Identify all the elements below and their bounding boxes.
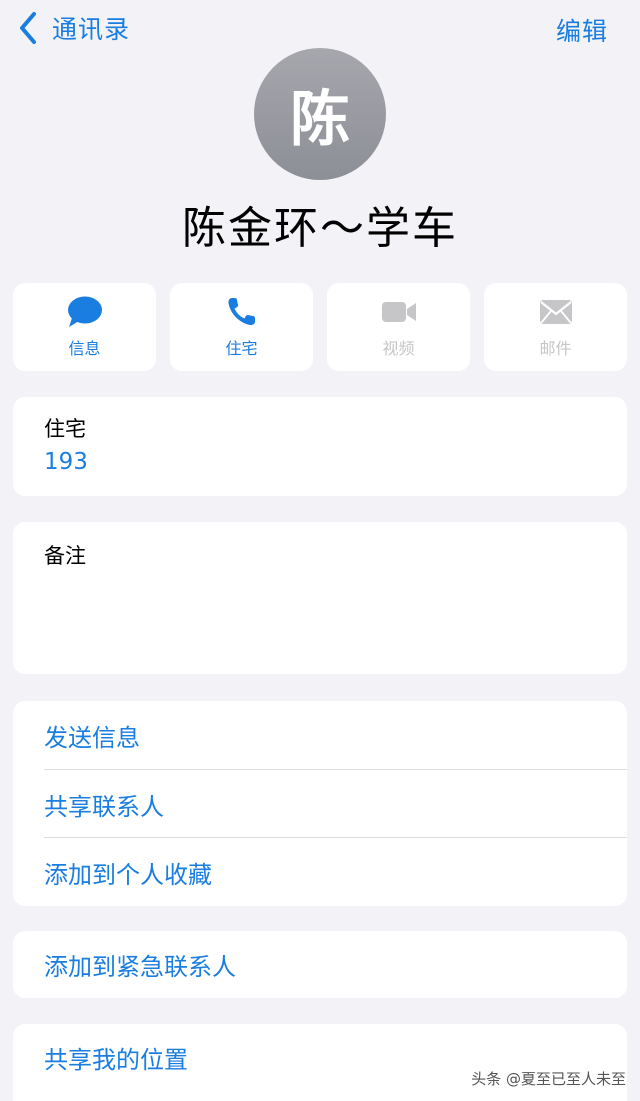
back-label: 通讯录	[52, 15, 131, 44]
share-location-option[interactable]: 共享我的位置	[44, 1024, 188, 1091]
mail-envelope-icon	[539, 300, 572, 324]
emergency-card: 添加到紧急联系人	[13, 931, 627, 998]
call-button[interactable]: 住宅	[170, 283, 313, 371]
watermark: 头条 @夏至已至人未至	[471, 1070, 626, 1088]
share-contact-option[interactable]: 共享联系人	[44, 769, 627, 838]
location-card: 共享我的位置	[13, 1024, 627, 1101]
options-list: 发送信息 共享联系人 添加到个人收藏	[13, 701, 627, 906]
message-bubble-icon	[67, 296, 102, 327]
avatar-initial: 陈	[290, 84, 350, 155]
phone-card: 住宅 193	[13, 397, 627, 496]
add-emergency-contact-option[interactable]: 添加到紧急联系人	[44, 931, 236, 998]
edit-button[interactable]: 编辑	[556, 12, 608, 48]
mail-button-label: 邮件	[539, 339, 572, 358]
back-button[interactable]: 通讯录	[18, 10, 130, 46]
phone-label: 住宅	[44, 417, 86, 441]
notes-label: 备注	[44, 544, 86, 568]
message-button[interactable]: 信息	[13, 283, 156, 371]
contact-name: 陈金环～学车	[182, 203, 458, 254]
video-camera-icon	[381, 302, 416, 322]
notes-card[interactable]: 备注	[13, 522, 627, 674]
mail-button[interactable]: 邮件	[484, 283, 627, 371]
call-button-label: 住宅	[225, 339, 258, 358]
contact-detail-page: 通讯录 编辑 陈 陈金环～学车 信息 住宅 视频 邮件 住宅 193 备注 发送…	[0, 0, 640, 1101]
phone-number[interactable]: 193	[44, 449, 88, 475]
message-button-label: 信息	[68, 339, 101, 358]
chevron-left-icon	[20, 12, 36, 44]
quick-actions: 信息 住宅 视频 邮件	[13, 283, 627, 371]
send-message-option[interactable]: 发送信息	[44, 701, 627, 769]
add-to-favorites-option[interactable]: 添加到个人收藏	[44, 837, 627, 906]
video-button[interactable]: 视频	[327, 283, 470, 371]
avatar: 陈	[254, 48, 386, 180]
video-button-label: 视频	[382, 339, 415, 358]
phone-icon	[227, 298, 255, 326]
